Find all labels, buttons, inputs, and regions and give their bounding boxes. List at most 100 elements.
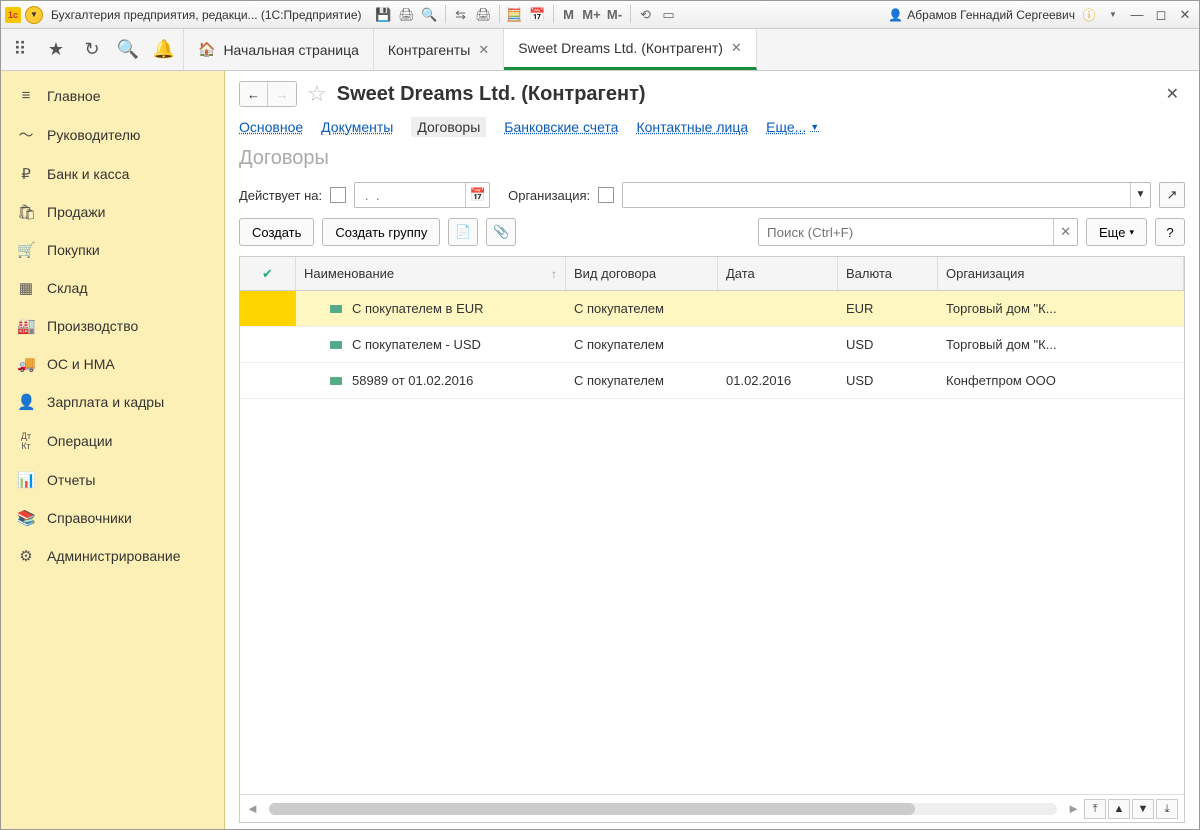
open-list-button[interactable]: ↗: [1159, 182, 1185, 208]
m-icon[interactable]: M: [559, 5, 579, 25]
sidebar-item-label: Покупки: [47, 242, 100, 258]
date-input[interactable]: [355, 183, 465, 207]
tab-home[interactable]: 🏠 Начальная страница: [184, 29, 374, 70]
table-row[interactable]: С покупателем - USD С покупателем USD То…: [240, 327, 1184, 363]
apps-icon[interactable]: ⠿: [9, 39, 31, 61]
sidebar-item-sales[interactable]: 🛍Продажи: [1, 193, 224, 231]
subnav-more[interactable]: Еще...▼: [766, 119, 819, 135]
scrollbar-track[interactable]: [269, 803, 1057, 815]
dropdown-icon[interactable]: ▼: [1130, 183, 1150, 207]
history-icon[interactable]: ↻: [81, 39, 103, 61]
page-close-button[interactable]: ✕: [1166, 84, 1179, 104]
nav-last-button[interactable]: ⤓: [1156, 799, 1178, 819]
table-row[interactable]: 58989 от 01.02.2016 С покупателем 01.02.…: [240, 363, 1184, 399]
sidebar-item-purchases[interactable]: 🛒Покупки: [1, 231, 224, 269]
grid-icon: ▦: [17, 279, 35, 297]
info-icon[interactable]: ⓘ: [1079, 5, 1099, 25]
col-mark[interactable]: ✔: [240, 257, 296, 290]
col-date[interactable]: Дата: [718, 257, 838, 290]
item-icon: [330, 377, 342, 385]
save-icon[interactable]: 💾: [374, 5, 394, 25]
close-button[interactable]: ✕: [1175, 5, 1195, 25]
print-icon[interactable]: 🖨: [397, 5, 417, 25]
bell-icon[interactable]: 🔔: [153, 39, 175, 61]
tab-counterparties[interactable]: Контрагенты ✕: [374, 29, 504, 70]
search-input[interactable]: [759, 219, 1053, 245]
nav-first-button[interactable]: ⤒: [1084, 799, 1106, 819]
sidebar-item-label: Администрирование: [47, 548, 181, 564]
app-logo-icon: 1c: [5, 7, 21, 23]
scroll-left-icon[interactable]: ◄: [246, 801, 259, 816]
scroll-right-icon[interactable]: ►: [1067, 801, 1080, 816]
back-nav-icon[interactable]: ⟲: [636, 5, 656, 25]
sidebar-item-payroll[interactable]: 👤Зарплата и кадры: [1, 383, 224, 421]
nav-up-button[interactable]: ▲: [1108, 799, 1130, 819]
active-on-label: Действует на:: [239, 188, 322, 203]
close-icon[interactable]: ✕: [478, 42, 489, 58]
add-from-button[interactable]: 📄: [448, 218, 478, 246]
nav-back-button[interactable]: ←: [240, 82, 268, 106]
dtkt-icon: Дт Кт: [17, 431, 35, 451]
search-group: ✕: [758, 218, 1078, 246]
org-checkbox[interactable]: [598, 187, 614, 203]
more-button[interactable]: Еще▾: [1086, 218, 1147, 246]
table-body: С покупателем в EUR С покупателем EUR То…: [240, 291, 1184, 794]
row-kind: С покупателем: [566, 373, 718, 388]
favorite-icon[interactable]: ★: [45, 39, 67, 61]
sidebar-item-operations[interactable]: Дт КтОперации: [1, 421, 224, 461]
help-button[interactable]: ?: [1155, 218, 1185, 246]
paperclip-icon: 📎: [493, 224, 509, 240]
search-icon[interactable]: 🔍: [117, 39, 139, 61]
sidebar-item-catalog[interactable]: 📚Справочники: [1, 499, 224, 537]
subnav-contacts[interactable]: Контактные лица: [636, 119, 748, 135]
sidebar-item-label: Справочники: [47, 510, 132, 526]
sidebar-item-production[interactable]: 🏭Производство: [1, 307, 224, 345]
scrollbar-thumb[interactable]: [269, 803, 915, 815]
nav-down-button[interactable]: ▼: [1132, 799, 1154, 819]
nav-forward-button[interactable]: →: [268, 82, 296, 106]
app-menu-dropdown[interactable]: ▼: [25, 6, 43, 24]
col-org[interactable]: Организация: [938, 257, 1184, 290]
m-minus-icon[interactable]: M-: [605, 5, 625, 25]
sidebar-item-manager[interactable]: 〜Руководителю: [1, 114, 224, 155]
bag-icon: 🛍: [17, 203, 35, 221]
info-dropdown-icon[interactable]: ▼: [1103, 5, 1123, 25]
calendar-icon[interactable]: 📅: [528, 5, 548, 25]
create-group-button[interactable]: Создать группу: [322, 218, 440, 246]
subnav-contracts[interactable]: Договоры: [411, 117, 486, 137]
preview-icon[interactable]: 🔍: [420, 5, 440, 25]
col-currency[interactable]: Валюта: [838, 257, 938, 290]
app-window: 1c ▼ Бухгалтерия предприятия, редакци...…: [0, 0, 1200, 830]
clear-icon[interactable]: ✕: [1053, 219, 1077, 245]
tab-sweet-dreams[interactable]: Sweet Dreams Ltd. (Контрагент) ✕: [504, 29, 757, 70]
maximize-button[interactable]: ◻: [1151, 5, 1171, 25]
page-title: Sweet Dreams Ltd. (Контрагент): [337, 83, 646, 106]
m-plus-icon[interactable]: M+: [582, 5, 602, 25]
sidebar-item-admin[interactable]: ⚙Администрирование: [1, 537, 224, 575]
sidebar-item-warehouse[interactable]: ▦Склад: [1, 269, 224, 307]
sidebar-item-main[interactable]: ≡Главное: [1, 77, 224, 114]
col-name[interactable]: Наименование↑: [296, 257, 566, 290]
print2-icon[interactable]: 🖨: [474, 5, 494, 25]
sidebar-item-bank[interactable]: ₽Банк и касса: [1, 155, 224, 193]
attach-button[interactable]: 📎: [486, 218, 516, 246]
subnav-main[interactable]: Основное: [239, 119, 303, 135]
compare-icon[interactable]: ⇆: [451, 5, 471, 25]
create-button[interactable]: Создать: [239, 218, 314, 246]
org-input[interactable]: [623, 183, 1130, 207]
calculator-icon[interactable]: 🧮: [505, 5, 525, 25]
favorite-star-icon[interactable]: ☆: [307, 81, 327, 107]
row-date: 01.02.2016: [718, 373, 838, 388]
close-icon[interactable]: ✕: [731, 40, 742, 56]
active-on-checkbox[interactable]: [330, 187, 346, 203]
calendar-icon[interactable]: 📅: [465, 183, 489, 207]
col-kind[interactable]: Вид договора: [566, 257, 718, 290]
sidebar-item-reports[interactable]: 📊Отчеты: [1, 461, 224, 499]
panel-icon[interactable]: ▭: [659, 5, 679, 25]
table-row[interactable]: С покупателем в EUR С покупателем EUR То…: [240, 291, 1184, 327]
subnav-docs[interactable]: Документы: [321, 119, 393, 135]
user-badge[interactable]: 👤 Абрамов Геннадий Сергеевич: [888, 8, 1075, 22]
minimize-button[interactable]: —: [1127, 5, 1147, 25]
subnav-bank[interactable]: Банковские счета: [504, 119, 618, 135]
sidebar-item-assets[interactable]: 🚚ОС и НМА: [1, 345, 224, 383]
